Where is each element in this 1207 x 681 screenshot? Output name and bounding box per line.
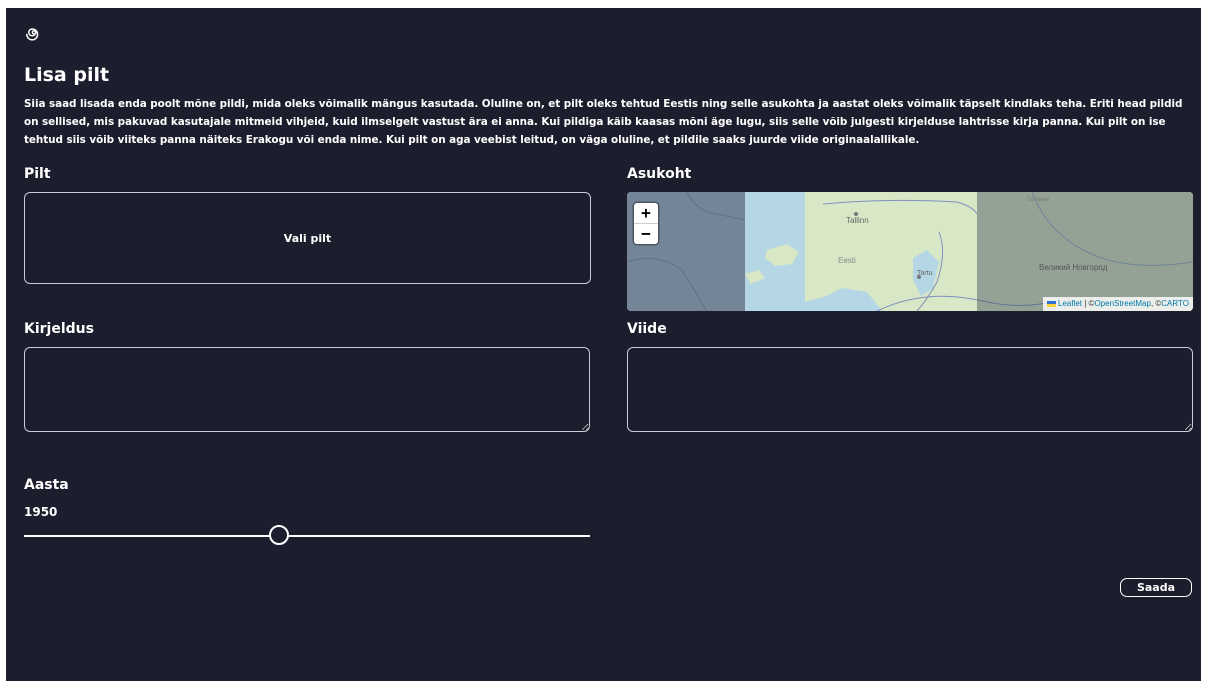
year-label: Aasta xyxy=(24,477,69,493)
attribution-separator-2: , © xyxy=(1150,299,1162,308)
choose-picture-button[interactable]: Vali pilt xyxy=(24,192,591,284)
ukraine-flag-icon xyxy=(1047,301,1056,307)
openstreetmap-link[interactable]: OpenStreetMap xyxy=(1094,299,1150,308)
map-attribution: Leaflet | ©OpenStreetMap, ©CARTO xyxy=(1043,297,1193,311)
zoom-out-button[interactable]: − xyxy=(634,223,658,244)
description-label: Kirjeldus xyxy=(24,321,94,337)
carto-link[interactable]: CARTO xyxy=(1161,299,1189,308)
map-label-gatchina: Гатчина xyxy=(1027,197,1050,203)
description-textarea[interactable] xyxy=(24,347,590,432)
map-label-tallinn: Tallinn xyxy=(846,216,869,225)
year-value: 1950 xyxy=(24,505,58,519)
attribution-separator: | © xyxy=(1082,299,1095,308)
source-textarea[interactable] xyxy=(627,347,1193,432)
picture-label: Pilt xyxy=(24,166,51,182)
spiral-logo-icon[interactable] xyxy=(24,24,44,44)
year-slider-track[interactable] xyxy=(24,535,590,537)
map-tiles: Tallinn Eesti Tartu Великий Новгород Гат… xyxy=(627,192,1193,311)
submit-button[interactable]: Saada xyxy=(1120,578,1192,597)
page-description: Siia saad lisada enda poolt mõne pildi, … xyxy=(24,98,1183,146)
map-label-tartu: Tartu xyxy=(917,270,933,277)
location-map[interactable]: Tallinn Eesti Tartu Великий Новгород Гат… xyxy=(627,192,1193,311)
map-label-eesti: Eesti xyxy=(838,256,856,265)
app-container: Lisa pilt Siia saad lisada enda poolt mõ… xyxy=(6,8,1201,681)
choose-picture-label: Vali pilt xyxy=(283,231,332,245)
source-label: Viide xyxy=(627,321,667,337)
zoom-in-button[interactable]: + xyxy=(634,203,658,223)
map-label-novgorod: Великий Новгород xyxy=(1039,263,1108,272)
page-title: Lisa pilt xyxy=(24,64,110,86)
year-slider-thumb[interactable] xyxy=(268,525,289,545)
map-zoom-control: + − xyxy=(634,203,658,244)
leaflet-link[interactable]: Leaflet xyxy=(1058,299,1082,308)
location-label: Asukoht xyxy=(627,166,692,182)
